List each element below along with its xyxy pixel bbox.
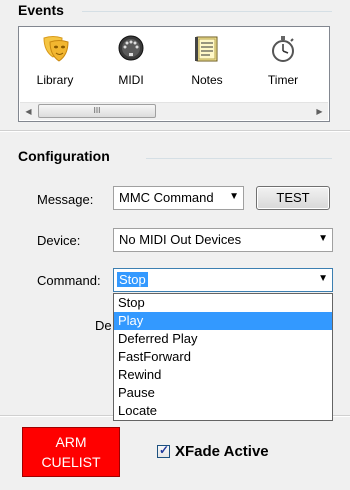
message-label: Message:: [37, 192, 94, 207]
event-label-notes: Notes: [191, 73, 223, 87]
bottom-bar: ARM CUELIST XFade Active: [0, 415, 350, 490]
arm-label-line1: ARM: [55, 434, 87, 450]
chevron-down-icon: ▼: [318, 273, 328, 284]
device-value: No MIDI Out Devices: [119, 232, 242, 247]
theater-masks-icon: [38, 33, 72, 65]
section-separator: [0, 130, 350, 132]
notepad-icon: [190, 33, 224, 65]
stopwatch-icon: [266, 33, 300, 65]
events-panel: Events Library MIDI Notes Timer ◀ III ▶: [0, 0, 350, 130]
scroll-right-arrow-icon[interactable]: ▶: [311, 103, 328, 120]
obscured-label-fragment: De: [95, 318, 112, 333]
xfade-toggle[interactable]: XFade Active: [157, 443, 269, 460]
command-select[interactable]: Stop ▼: [113, 268, 333, 292]
arm-cuelist-button[interactable]: ARM CUELIST: [22, 427, 120, 477]
command-dropdown-list[interactable]: Stop Play Deferred Play FastForward Rewi…: [113, 293, 333, 421]
event-label-timer: Timer: [267, 73, 299, 87]
command-option-play[interactable]: Play: [114, 312, 332, 330]
message-select[interactable]: MMC Command ▼: [113, 186, 244, 210]
scroll-thumb[interactable]: III: [38, 104, 156, 118]
configuration-panel: Configuration Message: MMC Command ▼ TES…: [0, 130, 350, 421]
configuration-group-line: [146, 158, 332, 159]
arm-label-line2: CUELIST: [41, 454, 101, 470]
chevron-down-icon: ▼: [318, 233, 328, 244]
event-item-midi[interactable]: MIDI: [101, 33, 161, 87]
event-label-library: Library: [36, 73, 74, 87]
horizontal-scrollbar[interactable]: ◀ III ▶: [20, 102, 328, 120]
midi-plug-icon: [114, 33, 148, 65]
configuration-title: Configuration: [18, 148, 110, 164]
event-item-library[interactable]: Library: [25, 33, 85, 87]
command-option-locate[interactable]: Locate: [114, 402, 332, 420]
xfade-checkbox[interactable]: [157, 443, 170, 458]
command-option-deferred-play[interactable]: Deferred Play: [114, 330, 332, 348]
events-title: Events: [18, 2, 64, 18]
command-option-rewind[interactable]: Rewind: [114, 366, 332, 384]
event-item-notes[interactable]: Notes: [177, 33, 237, 87]
device-label: Device:: [37, 233, 81, 248]
event-item-timer[interactable]: Timer: [253, 33, 313, 87]
command-option-pause[interactable]: Pause: [114, 384, 332, 402]
event-label-midi: MIDI: [118, 73, 144, 87]
command-label: Command:: [37, 273, 101, 288]
message-value: MMC Command: [119, 190, 214, 205]
xfade-label: XFade Active: [175, 443, 269, 460]
command-option-fastforward[interactable]: FastForward: [114, 348, 332, 366]
device-select[interactable]: No MIDI Out Devices ▼: [113, 228, 333, 252]
test-button[interactable]: TEST: [256, 186, 330, 210]
chevron-down-icon: ▼: [229, 191, 239, 202]
events-list[interactable]: Library MIDI Notes Timer ◀ III ▶: [18, 26, 330, 122]
events-group-line: [82, 11, 332, 12]
scroll-left-arrow-icon[interactable]: ◀: [20, 103, 37, 120]
command-value: Stop: [117, 272, 148, 287]
command-option-stop[interactable]: Stop: [114, 294, 332, 312]
